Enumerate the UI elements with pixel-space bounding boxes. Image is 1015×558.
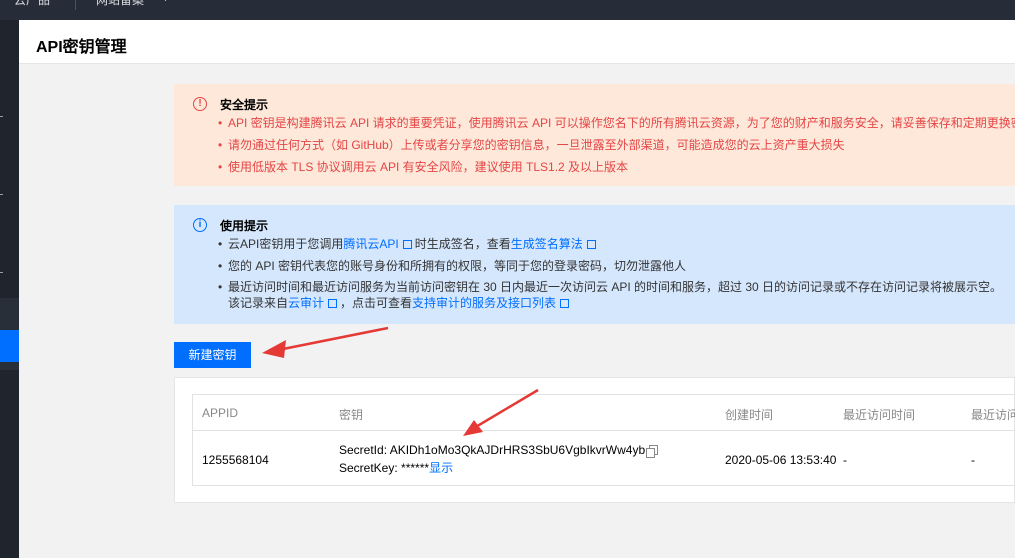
column-header-appid: APPID xyxy=(202,406,239,420)
secret-id-value: AKIDh1oMo3QkAJDrHRS3SbU6VgbIkvrWw4yb xyxy=(389,443,646,457)
external-link-icon[interactable] xyxy=(328,299,338,308)
warning-title: 安全提示 xyxy=(220,98,269,112)
arrow-to-create-button xyxy=(262,326,389,358)
sidebar-item-marker[interactable] xyxy=(0,194,3,195)
page-header: API密钥管理 xyxy=(19,20,1015,64)
secret-id-label: SecretId: xyxy=(339,443,388,457)
external-link-icon[interactable] xyxy=(586,240,596,249)
info-list: 云API密钥用于您调用腾讯云API 时生成签名，查看生成签名算法 您的 API 密… xyxy=(218,235,1002,315)
top-nav-products[interactable]: 云产品 xyxy=(14,0,50,8)
warning-item: API 密钥是构建腾讯云 API 请求的重要凭证，使用腾讯云 API 可以操作您… xyxy=(218,114,1015,132)
top-nav-add[interactable]: + xyxy=(162,0,169,5)
sidebar-item-marker[interactable] xyxy=(0,272,3,273)
info-text: 时生成签名，查看 xyxy=(414,237,511,251)
info-text: ，点击可查看 xyxy=(340,296,413,310)
info-text: 该记录来自 xyxy=(228,296,289,310)
external-link-icon[interactable] xyxy=(560,299,570,308)
sidebar xyxy=(0,20,19,558)
sidebar-item-api-keys-active[interactable] xyxy=(0,330,19,362)
cloud-audit-link[interactable]: 云审计 xyxy=(288,296,324,310)
secret-key-label: SecretKey: xyxy=(339,461,398,475)
sidebar-item-marker[interactable] xyxy=(0,116,3,117)
info-item: 您的 API 密钥代表您的账号身份和所拥有的权限，等同于您的登录密码，切勿泄露他… xyxy=(218,257,1002,275)
signature-algorithm-link[interactable]: 生成签名算法 xyxy=(511,237,583,251)
info-item: 最近访问时间和最近访问服务为当前访问密钥在 30 日内最近一次访问云 API 的… xyxy=(218,279,1002,311)
tencent-cloud-api-link[interactable]: 腾讯云API xyxy=(343,237,398,251)
page-title: API密钥管理 xyxy=(36,39,127,56)
column-header-created: 创建时间 xyxy=(725,408,774,422)
warning-list: API 密钥是构建腾讯云 API 请求的重要凭证，使用腾讯云 API 可以操作您… xyxy=(218,114,1015,180)
table-header: APPID 密钥 创建时间 最近访问时间 最近访问服 xyxy=(193,395,1015,431)
secret-key-cell: SecretKey: ******显示 xyxy=(339,459,453,476)
copy-icon[interactable] xyxy=(646,445,659,458)
info-text: 云API密钥用于您调用 xyxy=(228,237,344,251)
external-link-icon[interactable] xyxy=(402,240,412,249)
audit-services-list-link[interactable]: 支持审计的服务及接口列表 xyxy=(412,296,556,310)
top-nav-icp[interactable]: 网站备案 xyxy=(96,0,144,8)
column-header-last-access-time: 最近访问时间 xyxy=(843,408,916,422)
warning-item: 请勿通过任何方式（如 GitHub）上传或者分享您的密钥信息，一旦泄露至外部渠道… xyxy=(218,136,1015,154)
secret-id-cell: SecretId: AKIDh1oMo3QkAJDrHRS3SbU6VgbIkv… xyxy=(339,443,659,458)
api-keys-card: APPID 密钥 创建时间 最近访问时间 最近访问服 1255568104 Se… xyxy=(174,377,1015,503)
last-access-time-cell: - xyxy=(843,453,847,467)
created-time-cell: 2020-05-06 13:53:40 xyxy=(725,453,837,467)
warning-icon: ! xyxy=(193,97,207,111)
info-text: 最近访问时间和最近访问服务为当前访问密钥在 30 日内最近一次访问云 API 的… xyxy=(228,280,1003,294)
top-nav-divider xyxy=(75,0,76,10)
column-header-last-access-service: 最近访问服 xyxy=(971,408,1015,422)
api-keys-table: APPID 密钥 创建时间 最近访问时间 最近访问服 1255568104 Se… xyxy=(192,394,1015,486)
last-access-service-cell: - xyxy=(971,453,975,467)
security-warning-box: ! 安全提示 API 密钥是构建腾讯云 API 请求的重要凭证，使用腾讯云 AP… xyxy=(174,84,1015,186)
create-key-button[interactable]: 新建密钥 xyxy=(174,342,251,368)
top-nav-bar: 云产品 网站备案 + xyxy=(0,0,1015,20)
info-item: 云API密钥用于您调用腾讯云API 时生成签名，查看生成签名算法 xyxy=(218,235,1002,253)
appid-cell: 1255568104 xyxy=(202,453,269,467)
show-secret-key-link[interactable]: 显示 xyxy=(429,461,453,475)
info-title: 使用提示 xyxy=(220,219,269,233)
info-icon: i xyxy=(193,218,207,232)
column-header-key: 密钥 xyxy=(339,408,364,422)
usage-info-box: i 使用提示 云API密钥用于您调用腾讯云API 时生成签名，查看生成签名算法 您… xyxy=(174,205,1015,324)
warning-item: 使用低版本 TLS 协议调用云 API 有安全风险，建议使用 TLS1.2 及以… xyxy=(218,158,1015,176)
secret-key-masked: ****** xyxy=(401,461,430,475)
